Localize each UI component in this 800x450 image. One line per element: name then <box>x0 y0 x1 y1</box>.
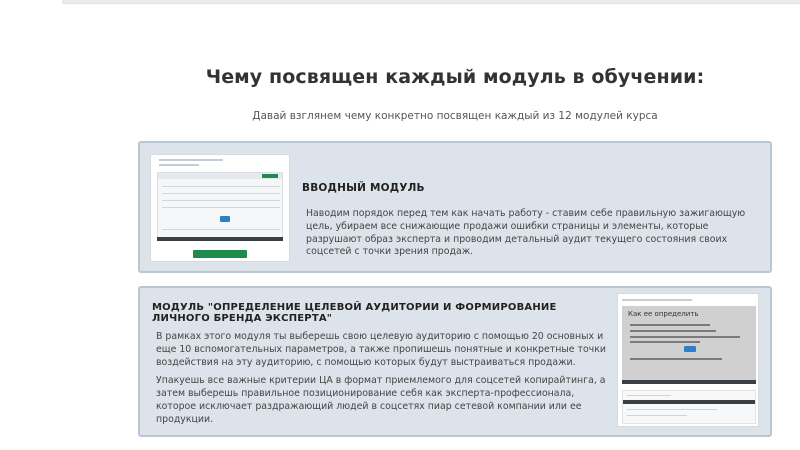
module-paragraph: В рамках этого модуля ты выберешь свою ц… <box>156 331 606 368</box>
slide-heading: Как ее определить <box>628 310 699 318</box>
thumbnail-text-line <box>627 415 687 416</box>
sheet-row <box>162 207 280 208</box>
module-description: В рамках этого модуля ты выберешь свою ц… <box>156 331 610 433</box>
slide-bullet-line <box>630 324 710 326</box>
video-player-bar <box>157 237 283 241</box>
thumbnail-lower-panel <box>622 390 756 424</box>
slide-bullet-line <box>630 341 700 343</box>
module-thumbnail-spreadsheet[interactable] <box>150 154 290 262</box>
sheet-row <box>162 200 280 201</box>
module-title: ВВОДНЫЙ МОДУЛЬ <box>302 182 425 194</box>
slide-bullet-line <box>630 336 740 338</box>
module-card-intro: ВВОДНЫЙ МОДУЛЬ Наводим порядок перед тем… <box>138 141 772 273</box>
sheet-row <box>162 193 280 194</box>
play-button-icon <box>684 346 696 352</box>
thumbnail-slide: Как ее определить <box>622 306 756 382</box>
thumbnail-text-line <box>159 159 223 161</box>
section-subheading: Давай взглянем чему конкретно посвящен к… <box>252 110 658 122</box>
video-player-bar <box>622 380 756 384</box>
module-title: МОДУЛЬ "ОПРЕДЕЛЕНИЕ ЦЕЛЕВОЙ АУДИТОРИИ И … <box>152 302 557 324</box>
module-description: Наводим порядок перед тем как начать раб… <box>306 208 746 258</box>
thumbnail-text-line <box>622 299 692 301</box>
play-button-icon <box>220 216 230 222</box>
thumbnail-text-line <box>159 164 199 166</box>
sheet-row <box>162 229 280 230</box>
top-divider-strip <box>62 0 800 4</box>
section-heading: Чему посвящен каждый модуль в обучении: <box>205 66 705 88</box>
thumbnail-sheet <box>157 172 283 240</box>
module-card-target-audience: МОДУЛЬ "ОПРЕДЕЛЕНИЕ ЦЕЛЕВОЙ АУДИТОРИИ И … <box>138 286 772 437</box>
slide-bullet-line <box>630 358 722 360</box>
sheet-green-button <box>262 174 278 178</box>
thumbnail-green-button <box>193 250 247 258</box>
module-thumbnail-slide[interactable]: Как ее определить <box>617 293 759 427</box>
slide-bullet-line <box>630 330 716 332</box>
thumbnail-text-line <box>627 395 671 396</box>
module-paragraph: Упакуешь все важные критерии ЦА в формат… <box>156 375 606 425</box>
sheet-row <box>162 186 280 187</box>
thumbnail-text-line <box>627 409 717 410</box>
thumbnail-dark-bar <box>623 400 755 404</box>
